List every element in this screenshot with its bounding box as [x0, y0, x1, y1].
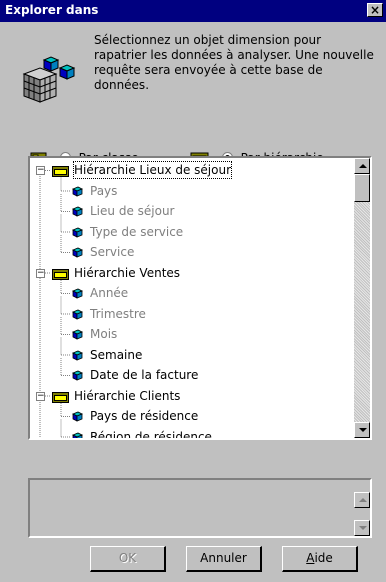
cube-icon [72, 370, 83, 381]
instruction-text: Sélectionnez un objet dimension pour rap… [94, 33, 374, 92]
close-icon: × [369, 3, 381, 17]
tree-node-label: Semaine [90, 347, 143, 362]
tree-node-label: Mois [90, 327, 118, 341]
tree-hierarchy-node[interactable]: − Hiérarchie Clients [30, 387, 350, 405]
tree-dimension-node[interactable]: Lieu de séjour [30, 202, 350, 220]
tree-node-label: Trimestre [90, 306, 146, 321]
tree-dimension-node[interactable]: Trimestre [30, 305, 350, 323]
scroll-down-button[interactable] [354, 422, 370, 438]
tree-dimension-node[interactable]: Pays [30, 182, 350, 200]
window-title: Explorer dans [5, 3, 99, 17]
arrow-down-icon [359, 526, 367, 530]
tree-dimension-node[interactable]: Type de service [30, 223, 350, 241]
tree-dimension-node[interactable]: Région de résidence [30, 428, 350, 440]
cube-icon [72, 432, 83, 438]
cube-icon [72, 411, 83, 422]
tree-node-label: Hiérarchie Ventes [74, 265, 181, 280]
tree-node-label: Pays de résidence [90, 409, 199, 423]
help-button[interactable]: Aide [282, 546, 358, 572]
folder-icon [52, 166, 69, 177]
tree-dimension-node[interactable]: Date de la facture [30, 366, 350, 384]
ok-button[interactable]: OK [90, 546, 166, 572]
arrow-up-icon [359, 498, 367, 502]
tree-node-label: Pays [90, 183, 118, 198]
tree-node-label: Année [90, 286, 129, 300]
scroll-up-button[interactable] [354, 158, 370, 174]
cube-icon [72, 186, 83, 197]
arrow-down-icon [359, 428, 367, 432]
tree-dimension-node[interactable]: Mois [30, 325, 350, 343]
collapse-icon[interactable]: − [36, 391, 45, 401]
cube-stack-icon [22, 56, 76, 103]
cube-icon [72, 350, 83, 361]
tree-vertical-scrollbar[interactable] [354, 158, 370, 438]
tree-node-label: Hiérarchie Clients [74, 388, 181, 403]
arrow-up-icon [359, 164, 367, 168]
folder-icon [52, 268, 69, 280]
collapse-icon[interactable]: − [36, 166, 45, 175]
tree-node-label: Lieu de séjour [90, 204, 175, 218]
cube-icon [72, 309, 83, 320]
title-bar: Explorer dans × [0, 0, 386, 22]
collapse-icon[interactable]: − [36, 268, 45, 278]
cube-icon [72, 329, 83, 340]
dimension-tree[interactable]: − Hiérarchie Lieux de séjour Pays Lieu de s… [28, 156, 372, 440]
folder-icon [52, 391, 69, 403]
scroll-thumb[interactable] [354, 174, 370, 202]
tree-node-label: Type de service [90, 224, 184, 239]
cube-icon [72, 206, 83, 217]
tree-hierarchy-node[interactable]: − Hiérarchie Ventes [30, 264, 350, 282]
cancel-button[interactable]: Annuler [186, 546, 262, 572]
tree-dimension-node[interactable]: Année [30, 284, 350, 302]
tree-hierarchy-node[interactable]: − Hiérarchie Lieux de séjour [30, 161, 350, 179]
tree-node-label: Service [90, 245, 135, 259]
tree-dimension-node[interactable]: Pays de résidence [30, 407, 350, 425]
tree-node-label: Région de résidence [90, 429, 212, 440]
cube-icon [72, 247, 83, 258]
info-scroll-down-button[interactable] [354, 520, 370, 536]
tree-node-label: Hiérarchie Lieux de séjour [72, 161, 233, 179]
info-scroll-up-button[interactable] [354, 492, 370, 508]
close-button[interactable]: × [367, 3, 383, 17]
object-info-box [28, 478, 372, 538]
tree-node-label: Date de la facture [90, 368, 199, 382]
tree-dimension-node[interactable]: Service [30, 243, 350, 261]
tree-dimension-node[interactable]: Semaine [30, 346, 350, 364]
cube-icon [72, 227, 83, 238]
cube-icon [72, 288, 83, 299]
info-vertical-scrollbar[interactable] [354, 480, 370, 536]
